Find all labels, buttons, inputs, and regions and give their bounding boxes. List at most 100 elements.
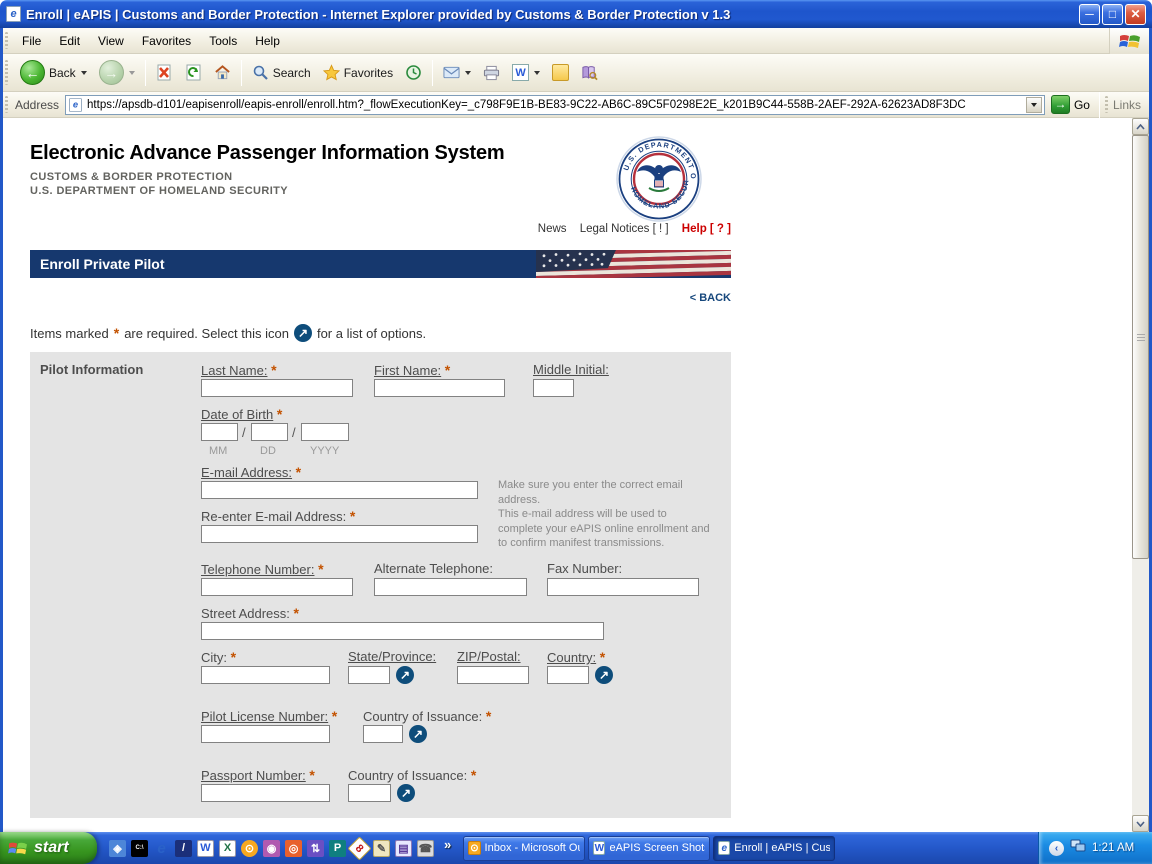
license-country-options-icon[interactable]: ↗ <box>409 725 427 743</box>
quicklaunch-orange-app-icon[interactable]: ◎ <box>285 839 302 857</box>
pilot-license-input[interactable] <box>201 725 330 743</box>
edit-with-word-button[interactable]: W <box>507 61 545 84</box>
passport-country-options-icon[interactable]: ↗ <box>397 784 415 802</box>
menu-tools[interactable]: Tools <box>200 31 246 51</box>
quicklaunch-phone-app-icon[interactable]: ☎ <box>417 839 434 857</box>
passport-link[interactable]: Passport Number: <box>201 768 306 783</box>
forward-dropdown-caret[interactable] <box>128 70 135 75</box>
address-url[interactable]: https://apsdb-d101/eapisenroll/eapis-enr… <box>87 99 1022 111</box>
task-outlook-inbox[interactable]: ⊙ Inbox - Microsoft Out... <box>463 835 586 861</box>
quicklaunch-key-app-icon[interactable]: ◉ <box>263 839 280 857</box>
telephone-input[interactable] <box>201 578 353 596</box>
network-icon[interactable] <box>1070 839 1086 858</box>
last-name-input[interactable] <box>201 379 353 397</box>
quicklaunch-clock-app-icon[interactable]: ⊙ <box>241 839 258 857</box>
last-name-link[interactable]: Last Name: <box>201 363 267 378</box>
refresh-button[interactable] <box>180 61 207 84</box>
alt-telephone-input[interactable] <box>374 578 527 596</box>
quicklaunch-app-icon[interactable]: ◈ <box>109 839 126 857</box>
notes-button[interactable] <box>547 61 574 84</box>
quicklaunch-word-icon[interactable]: W <box>197 839 214 857</box>
mail-dropdown-caret[interactable] <box>465 70 472 75</box>
forward-button[interactable]: → <box>94 57 140 88</box>
quicklaunch-overflow-chevron[interactable]: » <box>444 837 451 852</box>
email-link[interactable]: E-mail Address: <box>201 465 292 480</box>
country-input[interactable] <box>547 666 589 684</box>
street-input[interactable] <box>201 622 604 640</box>
addressbar-grip[interactable] <box>5 95 8 114</box>
edit-dropdown-caret[interactable] <box>534 70 541 75</box>
history-button[interactable] <box>400 61 427 84</box>
search-button[interactable]: Search <box>247 61 316 84</box>
zip-link[interactable]: ZIP/Postal: <box>457 649 521 664</box>
start-button[interactable]: start <box>0 832 97 864</box>
reenter-email-input[interactable] <box>201 525 478 543</box>
scroll-down-button[interactable] <box>1132 815 1149 832</box>
back-dropdown-caret[interactable] <box>80 70 87 75</box>
license-country-input[interactable] <box>363 725 403 743</box>
country-options-icon[interactable]: ↗ <box>595 666 613 684</box>
quicklaunch-internet-explorer-icon[interactable]: e <box>153 840 170 857</box>
state-options-icon[interactable]: ↗ <box>396 666 414 684</box>
close-button[interactable]: ✕ <box>1125 3 1146 25</box>
tray-collapse-chevron-icon[interactable]: ‹ <box>1049 840 1064 856</box>
news-link[interactable]: News <box>538 223 567 235</box>
task-ie-enroll[interactable]: e Enroll | eAPIS | Custo... <box>713 835 836 861</box>
first-name-link[interactable]: First Name: <box>374 363 441 378</box>
quicklaunch-slash-app-icon[interactable]: / <box>175 839 192 857</box>
toolbar-grip[interactable] <box>5 59 8 86</box>
quicklaunch-publisher-icon[interactable]: P <box>329 839 346 857</box>
print-button[interactable] <box>478 61 505 84</box>
vertical-scrollbar[interactable] <box>1132 118 1149 832</box>
scrollbar-thumb[interactable] <box>1132 135 1149 559</box>
task-word-document[interactable]: W eAPIS Screen Shots.... <box>588 835 711 861</box>
zip-input[interactable] <box>457 666 529 684</box>
state-input[interactable] <box>348 666 390 684</box>
dob-link[interactable]: Date of Birth <box>201 407 273 422</box>
minimize-button[interactable]: ─ <box>1079 3 1100 25</box>
menu-help[interactable]: Help <box>246 31 289 51</box>
stop-button[interactable] <box>151 61 178 84</box>
back-link[interactable]: < BACK <box>30 292 731 304</box>
quicklaunch-notes-app-icon[interactable]: ✎ <box>373 839 390 857</box>
country-link[interactable]: Country: <box>547 650 596 665</box>
city-input[interactable] <box>201 666 330 684</box>
menu-favorites[interactable]: Favorites <box>133 31 200 51</box>
middle-initial-link[interactable]: Middle Initial: <box>533 362 609 377</box>
menu-file[interactable]: File <box>13 31 50 51</box>
links-grip[interactable] <box>1104 95 1108 114</box>
quicklaunch-sync-app-icon[interactable]: ⇅ <box>307 839 324 857</box>
dob-month-input[interactable] <box>201 423 238 441</box>
menubar-grip[interactable] <box>5 31 8 50</box>
middle-initial-input[interactable] <box>533 379 574 397</box>
go-button[interactable]: → Go <box>1045 95 1096 114</box>
email-input[interactable] <box>201 481 478 499</box>
favorites-button[interactable]: Favorites <box>318 61 398 84</box>
passport-country-input[interactable] <box>348 784 391 802</box>
quicklaunch-diamond-8-icon[interactable]: 8 <box>347 835 372 861</box>
telephone-link[interactable]: Telephone Number: <box>201 562 314 577</box>
address-input[interactable]: e https://apsdb-d101/eapisenroll/eapis-e… <box>65 94 1045 115</box>
help-link[interactable]: Help [ ? ] <box>682 223 731 235</box>
address-dropdown-button[interactable] <box>1025 96 1042 113</box>
state-link[interactable]: State/Province: <box>348 649 436 664</box>
pilot-license-link[interactable]: Pilot License Number: <box>201 709 328 724</box>
menu-view[interactable]: View <box>89 31 133 51</box>
home-button[interactable] <box>209 61 236 84</box>
legal-notices-link[interactable]: Legal Notices [ ! ] <box>580 223 669 235</box>
quicklaunch-excel-icon[interactable]: X <box>219 839 236 857</box>
dob-year-input[interactable] <box>301 423 349 441</box>
menu-edit[interactable]: Edit <box>50 31 89 51</box>
maximize-button[interactable]: □ <box>1102 3 1123 25</box>
back-button[interactable]: ← Back <box>15 57 92 88</box>
quicklaunch-command-prompt-icon[interactable]: C:\ <box>131 839 148 857</box>
mail-button[interactable] <box>438 61 476 84</box>
first-name-input[interactable] <box>374 379 505 397</box>
links-label[interactable]: Links <box>1113 98 1149 112</box>
fax-input[interactable] <box>547 578 699 596</box>
research-button[interactable] <box>576 61 603 84</box>
quicklaunch-book-app-icon[interactable]: ▤ <box>395 839 412 857</box>
dob-day-input[interactable] <box>251 423 288 441</box>
scroll-up-button[interactable] <box>1132 118 1149 135</box>
passport-input[interactable] <box>201 784 330 802</box>
